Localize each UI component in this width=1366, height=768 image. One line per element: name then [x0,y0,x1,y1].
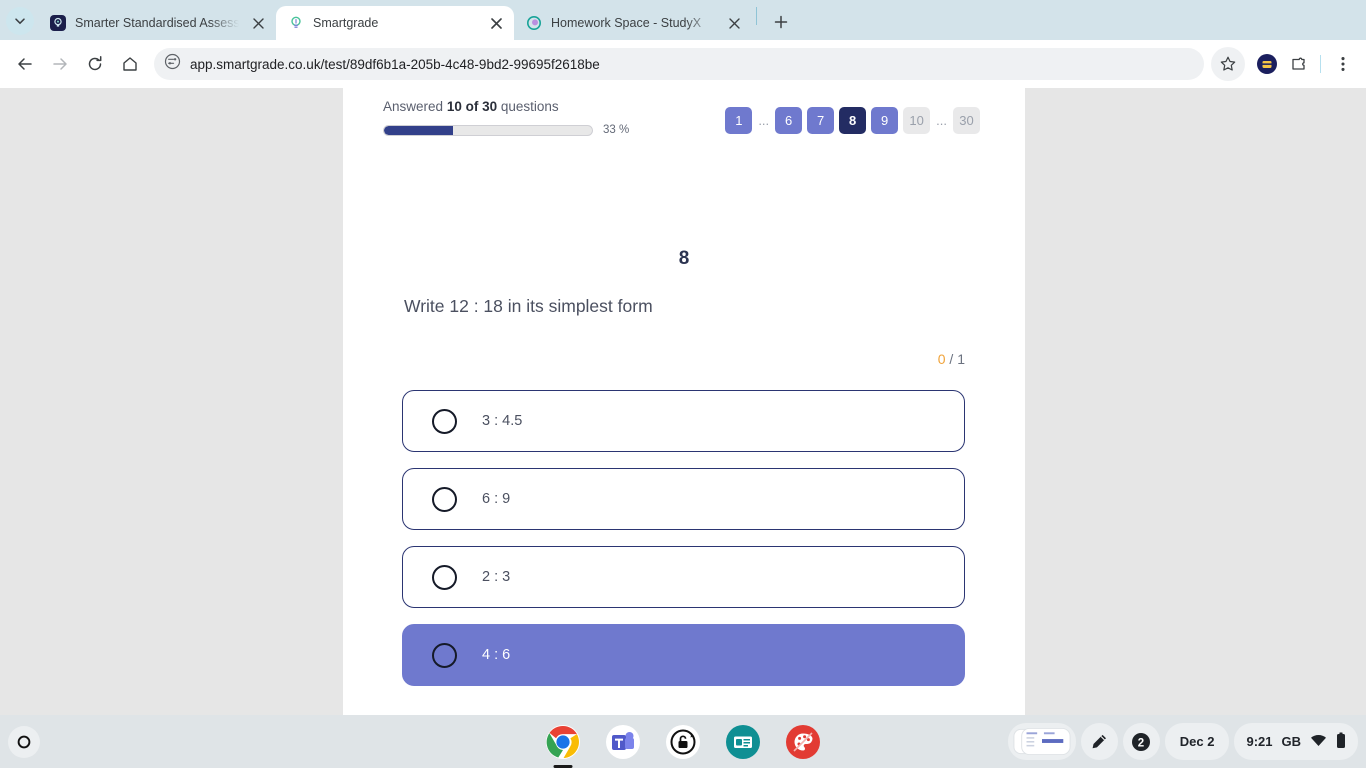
browser-tab-2[interactable]: Smartgrade [276,6,514,40]
url-text[interactable]: app.smartgrade.co.uk/test/89df6b1a-205b-… [190,57,600,72]
wifi-icon [1310,733,1327,750]
pagination-page-6[interactable]: 6 [775,107,803,134]
close-icon[interactable] [724,13,744,33]
tab-title: Smartgrade [313,16,379,30]
system-tray: 2 Dec 2 9:21 GB [1007,723,1358,760]
chrome-icon[interactable] [545,723,582,768]
tab-divider [756,7,757,25]
svg-text:2: 2 [1138,737,1144,749]
tray-date[interactable]: Dec 2 [1164,723,1230,760]
radio-button-icon[interactable] [432,408,457,434]
tray-locale: GB [1281,734,1302,749]
new-tab-plus-icon[interactable] [767,8,795,36]
tab-search-caret-icon[interactable] [6,7,34,35]
radio-button-icon[interactable] [432,486,457,512]
close-icon[interactable] [486,13,506,33]
browser-tab-3[interactable]: Homework Space - StudyX [514,6,752,40]
score-earned: 0 [937,351,946,367]
answered-suffix: questions [500,99,559,114]
close-icon[interactable] [248,13,268,33]
answer-options: 3 : 4.5 6 : 9 2 : 3 4 : 6 [402,390,965,686]
microsoft-teams-icon[interactable] [605,723,642,760]
answer-option[interactable]: 3 : 4.5 [402,390,965,452]
unlock-rotate-icon[interactable] [665,723,702,760]
question-number: 8 [678,248,690,269]
answer-option-label: 2 : 3 [482,569,511,585]
pagination-ellipsis: ... [936,113,947,128]
star-icon[interactable] [1211,47,1245,81]
tab-strip: Smarter Standardised Assessm Smartgrade … [0,0,1366,40]
tray-time: 9:21 [1246,734,1273,749]
stylus-pen-icon[interactable] [1080,723,1118,760]
answered-label: Answered 10 of 30 questions [383,99,629,114]
smarter-icon [49,15,66,32]
news-app-icon[interactable] [725,723,762,760]
studyx-icon [525,15,542,32]
progress-percent-label: 33 % [603,124,630,136]
answer-option-label: 4 : 6 [482,647,511,663]
reload-icon[interactable] [78,47,112,81]
system-shelf: 2 Dec 2 9:21 GB [0,715,1366,768]
battery-icon [1336,732,1346,752]
toolbar-divider [1320,55,1321,73]
back-arrow-icon[interactable] [8,47,42,81]
answer-option-label: 3 : 4.5 [482,413,523,429]
three-dot-menu-icon[interactable] [1328,49,1358,79]
progress-bar: 33 % [383,124,629,136]
pagination-page-9[interactable]: 9 [871,107,899,134]
home-icon[interactable] [113,47,147,81]
smartgrade-bulb-icon [287,15,304,32]
answered-count: 10 of 30 [446,99,498,114]
progress-section: Answered 10 of 30 questions 33 % [383,99,629,136]
radio-button-icon[interactable] [432,642,457,668]
window-preview-thumbnail[interactable] [1007,723,1076,760]
progress-track [383,124,593,136]
pagination-page-10[interactable]: 10 [903,107,931,134]
answer-option[interactable]: 4 : 6 [402,624,965,686]
answer-option[interactable]: 2 : 3 [402,546,965,608]
answered-prefix: Answered [383,99,444,114]
browser-tab-1[interactable]: Smarter Standardised Assessm [38,6,276,40]
question-pagination: 1... 6 7 8 9 10... 30 [725,107,980,134]
pagination-page-8[interactable]: 8 [839,107,867,134]
pagination-page-1[interactable]: 1 [725,107,753,134]
test-card: Answered 10 of 30 questions 33 % 1... 6 7 8… [343,88,1025,715]
extensions-puzzle-icon[interactable] [1283,49,1313,79]
browser-toolbar: app.smartgrade.co.uk/test/89df6b1a-205b-… [0,40,1366,88]
forward-arrow-icon[interactable] [43,47,77,81]
pagination-ellipsis: ... [758,113,770,128]
answer-option-label: 6 : 9 [482,491,511,507]
page-viewport: Answered 10 of 30 questions 33 % 1... 6 7 8… [0,88,1366,715]
notifications-badge[interactable]: 2 [1122,723,1160,760]
score-total: 1 [957,351,965,367]
score-separator: / [945,351,958,367]
pagination-page-30[interactable]: 30 [953,107,980,134]
progress-fill [384,125,453,135]
site-settings-icon[interactable] [164,53,181,75]
address-bar[interactable]: app.smartgrade.co.uk/test/89df6b1a-205b-… [154,48,1204,80]
profile-avatar-icon[interactable] [1252,49,1282,79]
question-text: Write 12 : 18 in its simplest form [404,296,653,316]
radio-button-icon[interactable] [432,564,457,590]
tray-status-area[interactable]: 9:21 GB [1234,723,1358,760]
tab-title: Smarter Standardised Assessm [75,16,239,30]
answer-option[interactable]: 6 : 9 [402,468,965,530]
pagination-page-7[interactable]: 7 [807,107,835,134]
tab-title: Homework Space - StudyX [551,16,702,30]
browser-window: Smarter Standardised Assessm Smartgrade … [0,0,1366,715]
paint-app-icon[interactable] [785,723,822,760]
question-score: 0 / 1 [938,351,965,367]
